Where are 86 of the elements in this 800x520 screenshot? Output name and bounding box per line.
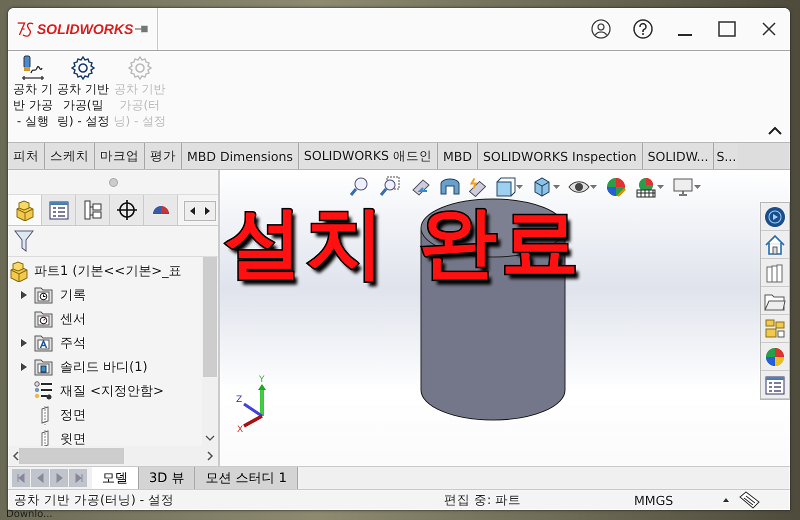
zoom-area-icon bbox=[379, 176, 401, 198]
ribbon-command-button[interactable]: 공차 기반 가공(밀 링) - 설정 bbox=[56, 55, 110, 129]
horizontal-scrollbar[interactable] bbox=[8, 446, 218, 466]
tree-item[interactable]: 재질 <지정안함> bbox=[60, 382, 164, 400]
gear-icon bbox=[126, 55, 153, 81]
user-icon bbox=[591, 19, 611, 39]
tree-item[interactable]: 윗면 bbox=[60, 430, 86, 446]
tree-item[interactable]: 주석 bbox=[60, 334, 86, 352]
pin-icon[interactable] bbox=[135, 24, 149, 34]
tab-scroll-arrows[interactable] bbox=[184, 201, 216, 221]
panel-tab[interactable] bbox=[110, 195, 144, 225]
arrow-icon bbox=[74, 473, 82, 483]
expand-arrow-icon[interactable] bbox=[20, 290, 28, 300]
task-pane-tab[interactable] bbox=[761, 315, 789, 343]
vertical-scrollbar[interactable] bbox=[202, 257, 218, 446]
task-pane-tab[interactable] bbox=[761, 231, 789, 259]
scroll-down-icon[interactable] bbox=[205, 434, 215, 442]
scroll-right-icon[interactable] bbox=[207, 451, 214, 461]
view-toolbar-button[interactable] bbox=[672, 176, 701, 198]
task-pane-tab[interactable] bbox=[761, 371, 789, 399]
dropdown-caret-icon bbox=[590, 185, 597, 189]
dropdown-caret-icon bbox=[657, 185, 664, 189]
task-pane-tab[interactable] bbox=[761, 259, 789, 287]
crosshair-icon bbox=[116, 199, 138, 221]
machining-tool-icon bbox=[20, 55, 46, 81]
splitter-handle[interactable] bbox=[108, 178, 118, 186]
property-list-icon bbox=[764, 374, 786, 396]
tree-item[interactable]: 파트1 (기본<<기본>_표 bbox=[34, 262, 182, 280]
filter-icon[interactable] bbox=[14, 230, 34, 252]
palette-blocks-icon bbox=[764, 318, 786, 340]
view-orientation-icon bbox=[494, 176, 516, 198]
app-logo-text: SOLIDWORKS bbox=[36, 21, 134, 37]
minimize-icon bbox=[678, 34, 692, 36]
scene-icon bbox=[635, 176, 657, 198]
home-icon bbox=[764, 234, 786, 256]
gear-icon bbox=[70, 55, 96, 81]
maximize-icon bbox=[718, 21, 736, 37]
plane-icon bbox=[41, 405, 49, 425]
scroll-left-icon[interactable] bbox=[12, 451, 19, 461]
view-toolbar-button[interactable] bbox=[635, 176, 664, 198]
view-toolbar-button[interactable] bbox=[379, 176, 401, 198]
bottom-tab[interactable]: 모델 bbox=[92, 467, 139, 489]
part-blocks-icon bbox=[14, 199, 36, 221]
dropdown-caret-icon bbox=[516, 185, 523, 189]
monitor-icon bbox=[672, 176, 694, 198]
bottom-tab[interactable]: 모션 스터디 1 bbox=[195, 467, 298, 489]
axis-triad-drawing: X Y Z bbox=[232, 374, 282, 434]
tab-navigation-button[interactable] bbox=[31, 469, 50, 487]
ribbon-command-button: 공차 기반 가공(터 닝) - 설정 bbox=[112, 55, 168, 129]
edit-mode-status: 편집 중: 파트 bbox=[444, 492, 522, 508]
view-toolbar-button[interactable] bbox=[494, 176, 523, 198]
view-toolbar-button[interactable] bbox=[469, 176, 486, 198]
expand-arrow-icon[interactable] bbox=[20, 362, 28, 372]
tab-navigation-button[interactable] bbox=[12, 469, 31, 487]
arrow-icon bbox=[16, 473, 26, 483]
unit-system[interactable]: MMGS bbox=[634, 492, 714, 508]
appearance-sphere-icon bbox=[764, 346, 786, 368]
ribbon-command-button[interactable]: 공차 기 반 가공 - 실행 bbox=[12, 55, 54, 129]
tree-item[interactable]: 센서 bbox=[60, 310, 86, 328]
part-blocks-icon bbox=[8, 260, 30, 282]
logo-icon bbox=[16, 20, 35, 38]
panel-tab[interactable] bbox=[76, 195, 110, 225]
property-list-icon bbox=[48, 199, 70, 221]
appearance-sphere-icon bbox=[605, 176, 627, 198]
dropdown-caret-icon bbox=[694, 185, 701, 189]
configuration-tree-icon bbox=[82, 199, 104, 221]
plane-icon bbox=[41, 429, 49, 446]
navigation-disc-icon bbox=[764, 206, 786, 228]
task-pane-tab[interactable] bbox=[761, 343, 789, 371]
close-icon bbox=[762, 22, 776, 36]
dropdown-caret-icon bbox=[553, 185, 560, 189]
tree-item[interactable]: 기록 bbox=[60, 286, 86, 304]
tab-navigation-button[interactable] bbox=[69, 469, 88, 487]
desktop-icon-label: Downlo... bbox=[6, 509, 53, 520]
caret-up-icon bbox=[723, 498, 729, 502]
status-message: 공차 기반 가공(터닝) - 설정 bbox=[14, 492, 176, 508]
help-icon bbox=[633, 19, 653, 39]
task-pane-tab[interactable] bbox=[761, 287, 789, 315]
panel-tab[interactable] bbox=[42, 195, 76, 225]
task-pane-tab[interactable] bbox=[761, 203, 789, 231]
expand-arrow-icon[interactable] bbox=[20, 338, 28, 348]
caret-up-icon bbox=[768, 126, 782, 135]
tree-item[interactable]: 솔리드 바디(1) bbox=[60, 358, 148, 376]
bottom-tab[interactable]: 3D 뷰 bbox=[139, 467, 196, 489]
tab-navigation-button[interactable] bbox=[50, 469, 69, 487]
tree-item[interactable]: 정면 bbox=[60, 406, 86, 424]
